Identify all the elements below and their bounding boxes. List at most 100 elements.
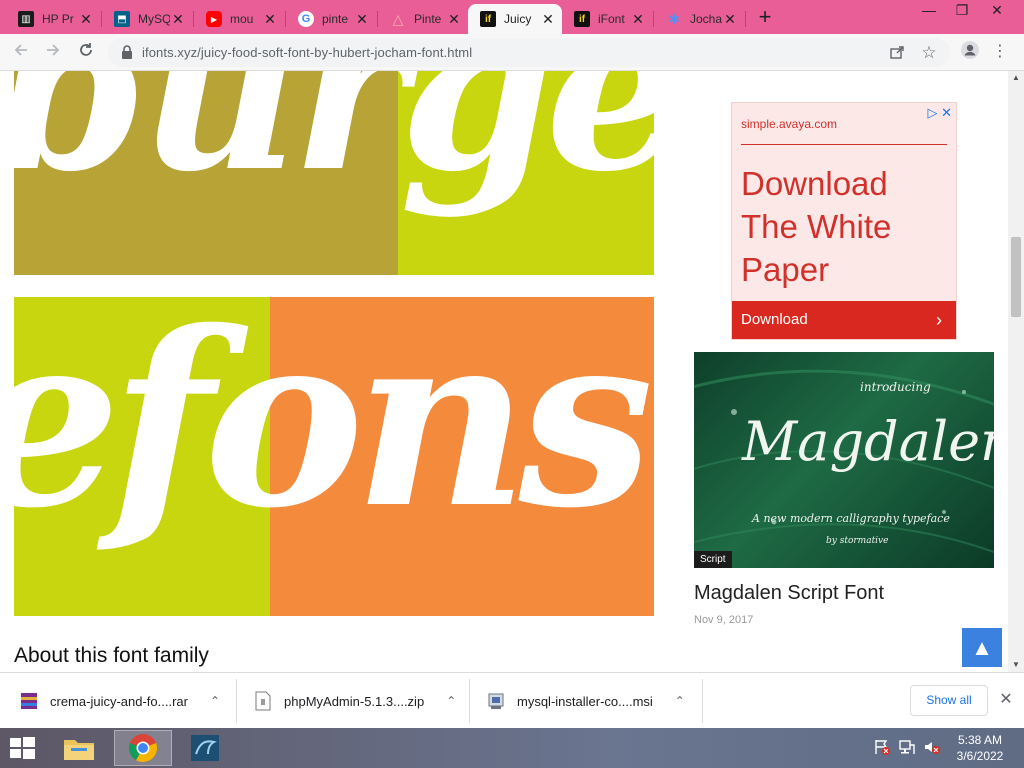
folder-icon — [64, 740, 94, 760]
tab-google[interactable]: G pinte ✕ — [286, 4, 376, 34]
account-icon — [961, 41, 979, 59]
reload-button[interactable] — [73, 40, 99, 64]
close-tab-icon[interactable]: ✕ — [722, 11, 738, 27]
close-tab-icon[interactable]: ✕ — [630, 11, 646, 27]
font-preview-banner-bottom: efonst — [14, 297, 654, 616]
windows-taskbar: 5:38 AM 3/6/2022 — [0, 728, 1024, 768]
volume-muted-icon[interactable] — [922, 738, 942, 758]
chevron-up-icon[interactable]: ⌃ — [446, 694, 456, 708]
close-tab-icon[interactable]: ✕ — [170, 11, 186, 27]
tab-title: MySQ — [138, 12, 170, 26]
tab-youtube[interactable]: ▶ mou ✕ — [194, 4, 284, 34]
ad-headline[interactable]: Download The White Paper — [741, 162, 951, 291]
image-tagline-text: A new modern calligraphy typeface — [752, 512, 950, 525]
tab-mysql[interactable]: ⬒ MySQ ✕ — [102, 4, 192, 34]
close-tab-icon[interactable]: ✕ — [78, 11, 94, 27]
tab-hp[interactable]: ▥ HP Pr ✕ — [6, 4, 100, 34]
chevron-up-icon[interactable]: ⌃ — [210, 694, 220, 708]
close-tab-icon[interactable]: ✕ — [262, 11, 278, 27]
tab-title: Pinte — [414, 12, 442, 26]
forward-button[interactable] — [40, 40, 66, 64]
tab-jocham[interactable]: ✱ Jocha ✕ — [654, 4, 744, 34]
preview-text-bottom: efonst — [14, 297, 654, 561]
chrome-button[interactable] — [114, 730, 172, 766]
kebab-menu-icon[interactable]: ⋮ — [990, 40, 1010, 64]
reload-icon — [80, 43, 92, 56]
tab-title: HP Pr — [42, 12, 74, 26]
arrow-up-icon: ▲ — [971, 635, 993, 660]
scroll-down-icon[interactable]: ▼ — [1008, 658, 1024, 672]
advertisement[interactable]: ▷ ✕ simple.avaya.com Download The White … — [731, 102, 957, 340]
preview-text-top: burge — [14, 71, 654, 220]
tab-title: iFont — [598, 12, 625, 26]
scroll-up-icon[interactable]: ▲ — [1008, 71, 1024, 85]
profile-button[interactable] — [957, 40, 983, 64]
close-tab-icon[interactable]: ✕ — [354, 11, 370, 27]
system-clock[interactable]: 5:38 AM 3/6/2022 — [948, 732, 1012, 764]
download-item[interactable]: mysql-installer-co....msi ⌃ — [487, 673, 685, 729]
share-icon[interactable] — [888, 44, 906, 62]
hp-icon: ▥ — [18, 11, 34, 27]
chevron-right-icon: › — [936, 310, 942, 330]
close-window-button[interactable]: ✕ — [982, 0, 1012, 22]
tab-pinterest[interactable]: △ Pinte ✕ — [378, 4, 468, 34]
ad-domain[interactable]: simple.avaya.com — [741, 117, 837, 131]
lock-icon — [122, 45, 132, 59]
card-title-link[interactable]: Magdalen Script Font — [694, 582, 884, 605]
back-button[interactable] — [8, 40, 34, 64]
category-tag[interactable]: Script — [694, 551, 732, 568]
page-scrollbar[interactable]: ▲ ▼ — [1008, 71, 1024, 672]
google-icon: G — [298, 11, 314, 27]
installer-icon — [488, 693, 504, 709]
close-downloads-icon[interactable]: ✕ — [996, 690, 1016, 710]
minimize-button[interactable]: — — [914, 0, 944, 22]
ad-download-button[interactable]: Download › — [732, 301, 956, 339]
tab-title: mou — [230, 12, 254, 26]
close-tab-icon[interactable]: ✕ — [446, 11, 462, 27]
tab-title: pinte — [322, 12, 349, 26]
download-shelf: crema-juicy-and-fo....rar ⌃ phpMyAdmin-5… — [0, 672, 1024, 728]
mysql-workbench-button[interactable] — [176, 730, 234, 766]
chrome-icon — [128, 734, 158, 762]
image-title-text: Magdalen — [742, 410, 994, 473]
ifonts-icon: if — [480, 11, 496, 27]
clock-date: 3/6/2022 — [956, 749, 1004, 763]
download-item[interactable]: phpMyAdmin-5.1.3....zip ⌃ — [254, 673, 456, 729]
image-signature-text: by stormative — [826, 536, 889, 546]
start-button[interactable] — [6, 735, 38, 761]
tab-title: Jocha — [690, 12, 722, 26]
ad-cta-label: Download — [741, 311, 808, 328]
close-tab-icon[interactable]: ✕ — [540, 11, 556, 27]
browser-toolbar: ifonts.xyz/juicy-food-soft-font-by-huber… — [0, 34, 1024, 71]
new-tab-button[interactable]: + — [754, 6, 776, 29]
web-page: burge efonst About this font family ▷ ✕ … — [0, 71, 1008, 672]
scrollbar-thumb[interactable] — [1011, 237, 1021, 317]
image-intro-text: introducing — [860, 380, 931, 394]
action-center-icon[interactable] — [872, 738, 892, 758]
download-filename: crema-juicy-and-fo....rar — [50, 693, 188, 709]
magdalen-thumbnail[interactable]: introducing Magdalen A new modern callig… — [694, 352, 994, 568]
mysql-icon: ⬒ — [114, 11, 130, 27]
triangle-icon: △ — [392, 10, 404, 27]
download-item[interactable]: crema-juicy-and-fo....rar ⌃ — [20, 673, 220, 729]
back-to-top-button[interactable]: ▲ — [962, 628, 1002, 667]
winrar-icon — [21, 693, 37, 709]
zip-file-icon — [255, 691, 271, 711]
tab-title: Juicy — [504, 12, 532, 26]
arrow-left-icon — [14, 44, 27, 56]
tab-ifonts[interactable]: if iFont ✕ — [562, 4, 652, 34]
download-filename: phpMyAdmin-5.1.3....zip — [284, 693, 425, 709]
show-all-button[interactable]: Show all — [910, 685, 988, 716]
ifonts-icon: if — [574, 11, 590, 27]
address-bar[interactable]: ifonts.xyz/juicy-food-soft-font-by-huber… — [108, 38, 950, 67]
chevron-up-icon[interactable]: ⌃ — [675, 694, 685, 708]
file-explorer-button[interactable] — [50, 730, 108, 766]
tab-juicy-active[interactable]: if Juicy ✕ — [468, 4, 562, 34]
font-preview-banner-top: burge — [14, 71, 654, 275]
download-filename: mysql-installer-co....msi — [517, 693, 653, 709]
adchoices-icon[interactable]: ▷ ✕ — [927, 105, 952, 121]
url-text: ifonts.xyz/juicy-food-soft-font-by-huber… — [142, 45, 473, 60]
star-icon[interactable]: ☆ — [920, 44, 938, 62]
restore-button[interactable]: ❐ — [947, 0, 977, 22]
network-icon[interactable] — [897, 738, 917, 758]
